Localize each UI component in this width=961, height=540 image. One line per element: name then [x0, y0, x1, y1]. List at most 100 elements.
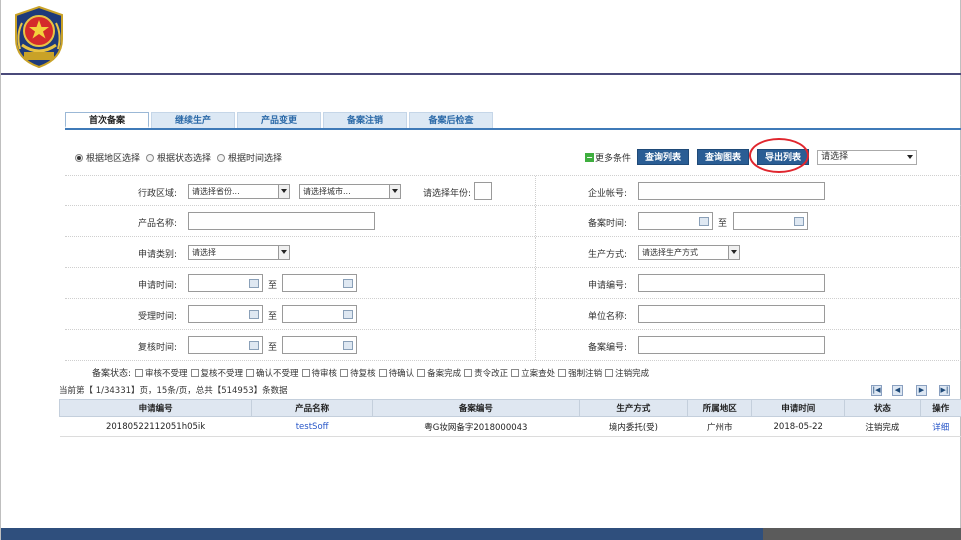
- checkbox[interactable]: [605, 368, 614, 377]
- review-time-end[interactable]: [282, 336, 357, 354]
- checkbox[interactable]: [558, 368, 567, 377]
- production-method-label: 生产方式:: [587, 250, 627, 260]
- status-checkbox[interactable]: 待审核: [301, 367, 337, 379]
- status-checkbox[interactable]: 立案查处: [511, 367, 555, 379]
- calendar-icon[interactable]: [249, 310, 259, 319]
- first-page-icon[interactable]: |◀: [871, 385, 882, 396]
- calendar-icon[interactable]: [699, 217, 709, 226]
- emblem-logo: [15, 5, 63, 69]
- cell-apply-time: 2018-05-22: [751, 416, 845, 437]
- footer-bar-right: [763, 528, 961, 540]
- radio-by-time[interactable]: 根据时间选择: [217, 151, 282, 164]
- col-region[interactable]: 所属地区: [687, 399, 753, 417]
- unit-name-label: 单位名称:: [587, 312, 627, 322]
- col-apply-no[interactable]: 申请编号: [58, 399, 253, 417]
- checkbox[interactable]: [464, 368, 473, 377]
- checkbox[interactable]: [301, 368, 310, 377]
- product-name-input[interactable]: [188, 212, 375, 230]
- col-status[interactable]: 状态: [844, 399, 921, 417]
- apply-time-end[interactable]: [282, 274, 357, 292]
- product-name-link[interactable]: testSoff: [251, 416, 373, 437]
- year-input[interactable]: [474, 182, 492, 200]
- footer-bar: [1, 528, 763, 540]
- status-checkbox[interactable]: 复核不受理: [190, 367, 243, 379]
- detail-link[interactable]: 详细: [920, 416, 961, 437]
- status-checkbox[interactable]: 确认不受理: [246, 367, 299, 379]
- province-select[interactable]: 请选择省份...: [188, 184, 290, 199]
- minus-icon: −: [585, 152, 594, 162]
- results-table: 申请编号 产品名称 备案编号 生产方式 所属地区 申请时间 状态 操作 2018…: [58, 399, 961, 437]
- tab-post-record-check[interactable]: 备案后检查: [409, 112, 493, 128]
- form-row: 受理时间: 至 单位名称:: [65, 299, 961, 330]
- form-row: 行政区域: 请选择省份... 请选择城市... 请选择年份: 企业帐号:: [65, 175, 961, 206]
- cell-production-method: 境内委托(受): [579, 416, 688, 437]
- accept-time-end[interactable]: [282, 305, 357, 323]
- review-time-label: 复核时间:: [137, 343, 177, 353]
- checkbox[interactable]: [135, 368, 143, 377]
- accept-time-start[interactable]: [188, 305, 263, 323]
- status-checkbox[interactable]: 待复核: [340, 367, 376, 379]
- calendar-icon[interactable]: [794, 217, 804, 226]
- highlight-circle: [749, 138, 809, 173]
- tab-first-record[interactable]: 首次备案: [65, 112, 149, 128]
- next-page-icon[interactable]: ▶: [916, 385, 927, 396]
- checkbox[interactable]: [378, 368, 387, 377]
- checkbox[interactable]: [340, 368, 349, 377]
- radio-dot[interactable]: [217, 153, 226, 162]
- radio-by-region[interactable]: 根据地区选择: [75, 151, 140, 164]
- apply-time-start[interactable]: [188, 274, 263, 292]
- record-status-filter: 备案状态: 审核不受理 复核不受理 确认不受理 待审核 待复核 待确认 备案完成…: [65, 366, 652, 379]
- status-checkbox[interactable]: 强制注销: [558, 367, 602, 379]
- chevron-down-icon: [278, 185, 289, 198]
- city-select[interactable]: 请选择城市...: [299, 184, 401, 199]
- radio-by-status[interactable]: 根据状态选择: [146, 151, 211, 164]
- search-form: 行政区域: 请选择省份... 请选择城市... 请选择年份: 企业帐号: 产品名…: [65, 175, 961, 361]
- calendar-icon[interactable]: [343, 279, 353, 288]
- production-method-select[interactable]: 请选择生产方式: [638, 245, 740, 260]
- product-name-label: 产品名称:: [137, 219, 177, 229]
- calendar-icon[interactable]: [249, 341, 259, 350]
- status-checkbox[interactable]: 责令改正: [464, 367, 508, 379]
- radio-dot-checked[interactable]: [75, 153, 83, 162]
- unit-name-input[interactable]: [638, 305, 825, 323]
- company-account-input[interactable]: [638, 182, 825, 200]
- record-time-start[interactable]: [638, 212, 713, 230]
- query-chart-button[interactable]: 查询图表: [697, 149, 750, 165]
- tab-product-change[interactable]: 产品变更: [237, 112, 321, 128]
- tab-record-cancel[interactable]: 备案注销: [323, 112, 407, 128]
- checkbox[interactable]: [190, 368, 199, 377]
- calendar-icon[interactable]: [343, 310, 353, 319]
- checkbox[interactable]: [511, 368, 520, 377]
- apply-no-input[interactable]: [638, 274, 825, 292]
- calendar-icon[interactable]: [249, 279, 259, 288]
- status-checkbox[interactable]: 备案完成: [417, 367, 461, 379]
- cell-record-no: 粤G妆网备字2018000043: [372, 416, 580, 437]
- review-time-start[interactable]: [188, 336, 263, 354]
- status-checkbox[interactable]: 待确认: [378, 367, 414, 379]
- status-checkbox[interactable]: 审核不受理: [135, 367, 188, 379]
- apply-category-select[interactable]: 请选择: [188, 245, 290, 260]
- tab-continue-production[interactable]: 继续生产: [151, 112, 235, 128]
- radio-dot[interactable]: [146, 153, 155, 162]
- record-no-input[interactable]: [638, 336, 825, 354]
- form-row: 产品名称: 备案时间: 至: [65, 206, 961, 237]
- table-header-row: 申请编号 产品名称 备案编号 生产方式 所属地区 申请时间 状态 操作: [58, 399, 961, 417]
- last-page-icon[interactable]: ▶|: [939, 385, 950, 396]
- calendar-icon[interactable]: [343, 341, 353, 350]
- col-product-name[interactable]: 产品名称: [251, 399, 374, 417]
- col-apply-time[interactable]: 申请时间: [751, 399, 846, 417]
- more-conditions-toggle[interactable]: − 更多条件: [585, 151, 631, 164]
- chevron-down-icon: [278, 246, 289, 259]
- query-list-button[interactable]: 查询列表: [637, 149, 690, 165]
- record-time-end[interactable]: [733, 212, 808, 230]
- col-production-method[interactable]: 生产方式: [578, 399, 689, 417]
- col-record-no[interactable]: 备案编号: [372, 399, 580, 417]
- export-select[interactable]: 请选择: [817, 149, 918, 165]
- pager-info: 当前第【 1/34331】页，15条/页，总共【514953】条数据: [59, 386, 288, 396]
- tab-underline: [65, 128, 961, 130]
- prev-page-icon[interactable]: ◀: [892, 385, 903, 396]
- checkbox[interactable]: [417, 368, 426, 377]
- status-checkbox[interactable]: 注销完成: [605, 367, 649, 379]
- accept-time-label: 受理时间:: [137, 312, 177, 322]
- checkbox[interactable]: [246, 368, 255, 377]
